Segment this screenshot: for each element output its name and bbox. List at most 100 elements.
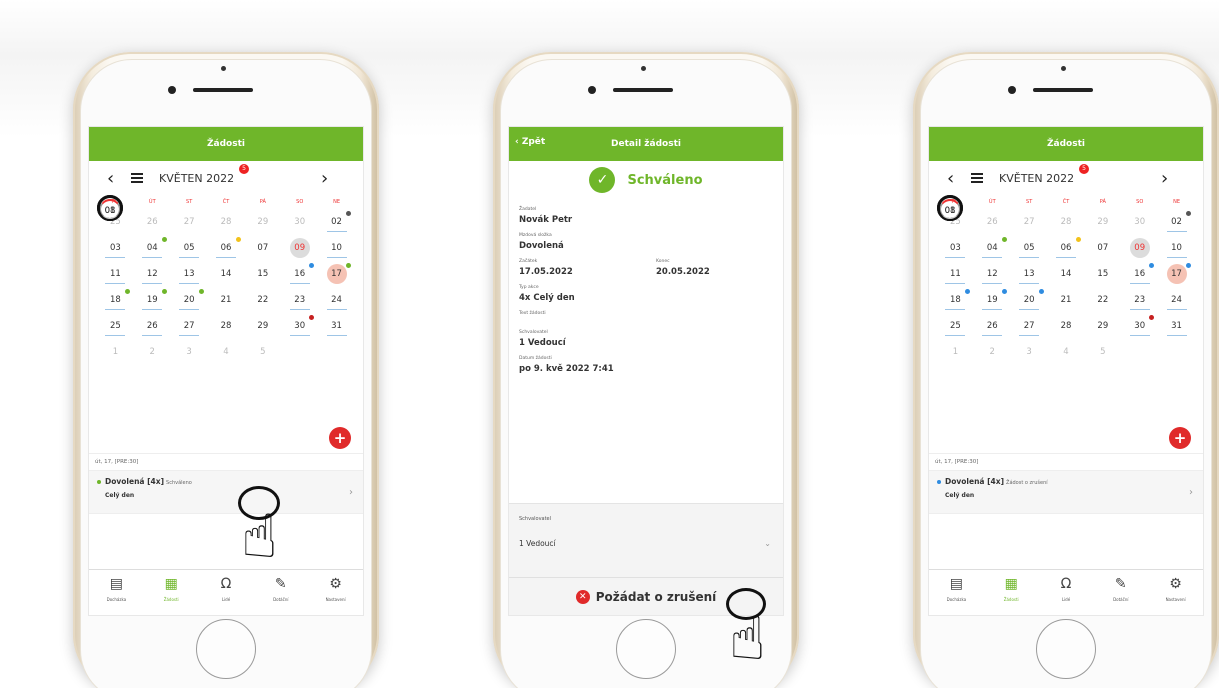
- calendar-day[interactable]: 13: [1011, 261, 1048, 287]
- request-list-item[interactable]: Dovolená [4x] Žádost o zrušení Celý den ›: [929, 470, 1203, 514]
- calendar-day[interactable]: 4: [1048, 339, 1085, 365]
- calendar-day[interactable]: 28: [1048, 313, 1085, 339]
- calendar-day[interactable]: 06: [208, 235, 245, 261]
- calendar-day[interactable]: 27: [1011, 209, 1048, 235]
- calendar-day[interactable]: 09: [281, 235, 318, 261]
- calendar-day-selected[interactable]: 17: [318, 261, 355, 287]
- calendar-day[interactable]: 26: [974, 313, 1011, 339]
- home-button[interactable]: [1036, 619, 1096, 679]
- calendar-day[interactable]: 5: [244, 339, 281, 365]
- calendar-day[interactable]: 1: [937, 339, 974, 365]
- calendar-day[interactable]: 04: [134, 235, 171, 261]
- calendar-day[interactable]: 19: [974, 287, 1011, 313]
- calendar-list-icon[interactable]: [971, 173, 983, 183]
- calendar-day[interactable]: 5: [1084, 339, 1121, 365]
- calendar-day[interactable]: 23: [1121, 287, 1158, 313]
- calendar-day[interactable]: 10: [1158, 235, 1195, 261]
- calendar-day[interactable]: 29: [1084, 313, 1121, 339]
- calendar-day[interactable]: 14: [1048, 261, 1085, 287]
- calendar-day[interactable]: 31: [1158, 313, 1195, 339]
- calendar-day[interactable]: 21: [208, 287, 245, 313]
- prev-month-icon[interactable]: ‹: [107, 168, 131, 189]
- calendar-day[interactable]: 10: [318, 235, 355, 261]
- calendar-day[interactable]: 15: [244, 261, 281, 287]
- calendar-day[interactable]: 29: [244, 209, 281, 235]
- calendar-day[interactable]: 19: [134, 287, 171, 313]
- calendar-day[interactable]: 27: [171, 313, 208, 339]
- calendar-day[interactable]: 12: [134, 261, 171, 287]
- calendar-day[interactable]: 12: [974, 261, 1011, 287]
- calendar-day[interactable]: 24: [1158, 287, 1195, 313]
- calendar-day[interactable]: 08: [97, 195, 123, 221]
- calendar-day[interactable]: 07: [1084, 235, 1121, 261]
- calendar-day[interactable]: 06: [1048, 235, 1085, 261]
- calendar-day[interactable]: 22: [244, 287, 281, 313]
- calendar-day[interactable]: 02: [1158, 209, 1195, 235]
- calendar-day[interactable]: 11: [97, 261, 134, 287]
- tab-dotacni[interactable]: ✎ Dotáční: [1093, 570, 1148, 615]
- calendar-day[interactable]: 11: [937, 261, 974, 287]
- calendar-day[interactable]: 14: [208, 261, 245, 287]
- calendar-day[interactable]: 4: [208, 339, 245, 365]
- tab-lide[interactable]: Ω Lidé: [199, 570, 254, 615]
- calendar-day[interactable]: 26: [974, 209, 1011, 235]
- tab-dotacni[interactable]: ✎ Dotáční: [253, 570, 308, 615]
- calendar-day[interactable]: 24: [318, 287, 355, 313]
- tab-nastaveni[interactable]: ⚙ Nastavení: [308, 570, 363, 615]
- calendar-day[interactable]: 09: [1121, 235, 1158, 261]
- calendar-day[interactable]: 29: [1084, 209, 1121, 235]
- calendar-day[interactable]: 03: [97, 235, 134, 261]
- calendar-day[interactable]: 21: [1048, 287, 1085, 313]
- tab-dochazka[interactable]: ▤ Docházka: [929, 570, 984, 615]
- calendar-day[interactable]: 30: [281, 313, 318, 339]
- calendar-day[interactable]: 1: [97, 339, 134, 365]
- calendar-day[interactable]: 30: [1121, 209, 1158, 235]
- calendar-day[interactable]: 23: [281, 287, 318, 313]
- add-request-button[interactable]: +: [1169, 427, 1191, 449]
- calendar-day[interactable]: 2: [974, 339, 1011, 365]
- back-button[interactable]: ‹ Zpět: [515, 137, 545, 147]
- home-button[interactable]: [196, 619, 256, 679]
- calendar-day[interactable]: 18: [937, 287, 974, 313]
- calendar-day[interactable]: 05: [1011, 235, 1048, 261]
- tab-nastaveni[interactable]: ⚙ Nastavení: [1148, 570, 1203, 615]
- calendar-day[interactable]: 18: [97, 287, 134, 313]
- calendar-day[interactable]: 2: [134, 339, 171, 365]
- calendar-day[interactable]: 03: [937, 235, 974, 261]
- calendar-day[interactable]: 04: [974, 235, 1011, 261]
- tab-lide[interactable]: Ω Lidé: [1039, 570, 1094, 615]
- calendar-day[interactable]: 30: [281, 209, 318, 235]
- calendar-day[interactable]: 26: [134, 209, 171, 235]
- calendar-day[interactable]: 25: [937, 313, 974, 339]
- calendar-day[interactable]: 16: [1121, 261, 1158, 287]
- calendar-day[interactable]: 31: [318, 313, 355, 339]
- approver-select[interactable]: 1 Vedoucí ⌄: [509, 522, 783, 548]
- add-request-button[interactable]: +: [329, 427, 351, 449]
- calendar-day[interactable]: 08: [937, 195, 963, 221]
- request-list-item[interactable]: Dovolená [4x] Schváleno Celý den ›: [89, 470, 363, 514]
- calendar-day[interactable]: 28: [1048, 209, 1085, 235]
- calendar-day[interactable]: 20: [171, 287, 208, 313]
- calendar-day[interactable]: 16: [281, 261, 318, 287]
- next-month-icon[interactable]: ›: [321, 168, 345, 189]
- calendar-day[interactable]: 22: [1084, 287, 1121, 313]
- calendar-day[interactable]: 3: [171, 339, 208, 365]
- calendar-day[interactable]: 28: [208, 209, 245, 235]
- calendar-day[interactable]: 27: [1011, 313, 1048, 339]
- tab-zadosti[interactable]: ▦ Žádosti: [984, 570, 1039, 615]
- calendar-day[interactable]: 25: [97, 313, 134, 339]
- calendar-day[interactable]: 27: [171, 209, 208, 235]
- calendar-day[interactable]: 30: [1121, 313, 1158, 339]
- calendar-day[interactable]: 05: [171, 235, 208, 261]
- calendar-day[interactable]: 29: [244, 313, 281, 339]
- calendar-day[interactable]: 26: [134, 313, 171, 339]
- calendar-day[interactable]: 3: [1011, 339, 1048, 365]
- calendar-list-icon[interactable]: [131, 173, 143, 183]
- next-month-icon[interactable]: ›: [1161, 168, 1185, 189]
- calendar-day-selected[interactable]: 17: [1158, 261, 1195, 287]
- calendar-day[interactable]: 28: [208, 313, 245, 339]
- prev-month-icon[interactable]: ‹: [947, 168, 971, 189]
- calendar-day[interactable]: 13: [171, 261, 208, 287]
- calendar-day[interactable]: 20: [1011, 287, 1048, 313]
- tab-dochazka[interactable]: ▤ Docházka: [89, 570, 144, 615]
